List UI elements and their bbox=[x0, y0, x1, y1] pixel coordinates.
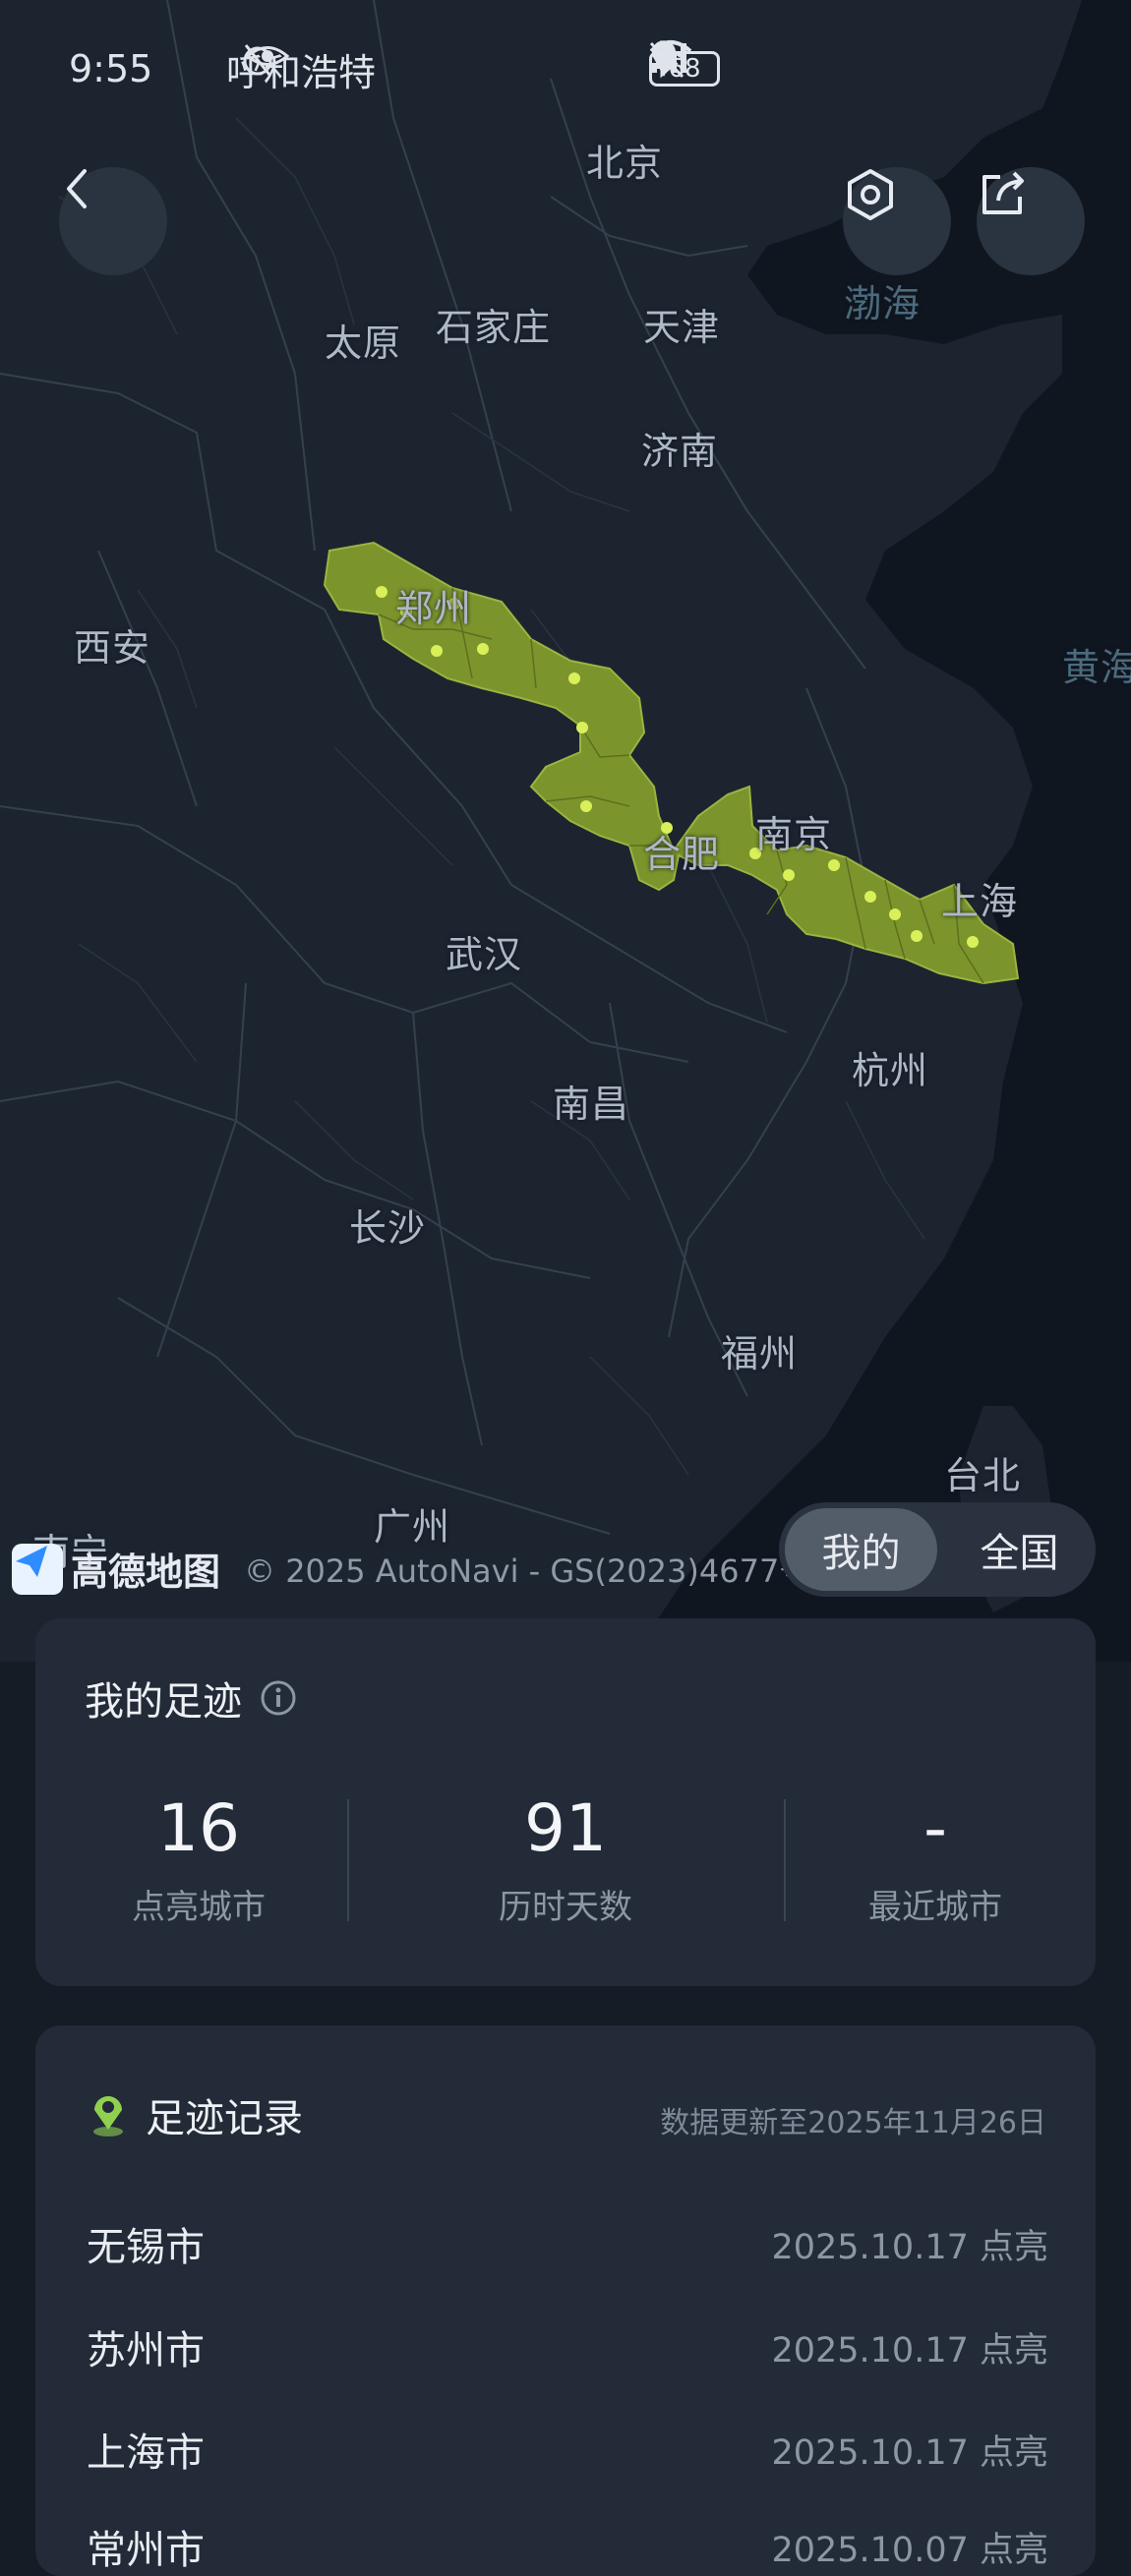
map-label-nanjing: 南京 bbox=[755, 813, 833, 856]
stat-days: 91 历时天数 bbox=[418, 1789, 713, 1928]
stat-lit-cities-value: 16 bbox=[157, 1790, 240, 1866]
record-date: 2025.10.17 点亮 bbox=[771, 2432, 1048, 2473]
alarm-off-icon bbox=[243, 44, 272, 76]
toggle-mine[interactable]: 我的 bbox=[785, 1508, 937, 1591]
stat-days-value: 91 bbox=[524, 1790, 607, 1866]
footprint-title: 我的足迹 bbox=[85, 1679, 242, 1725]
map-label-shanghai: 上海 bbox=[941, 880, 1019, 923]
record-city: 无锡市 bbox=[87, 2225, 205, 2270]
records-title: 足迹记录 bbox=[146, 2096, 303, 2141]
records-card: 足迹记录 数据更新至2025年11月26日 bbox=[35, 2025, 1096, 2576]
list-item[interactable]: 上海市 2025.10.17 点亮 bbox=[87, 2420, 1048, 2479]
stat-recent-city-label: 最近城市 bbox=[868, 1888, 1002, 1927]
records-header: 足迹记录 bbox=[89, 2086, 303, 2143]
toggle-national[interactable]: 全国 bbox=[943, 1508, 1096, 1591]
info-icon[interactable] bbox=[260, 1679, 297, 1717]
stat-divider bbox=[347, 1799, 349, 1921]
amap-logo bbox=[12, 1543, 63, 1595]
footprint-header: 我的足迹 bbox=[85, 1669, 297, 1727]
record-city: 上海市 bbox=[87, 2430, 205, 2476]
list-item[interactable]: 无锡市 2025.10.17 点亮 bbox=[87, 2214, 1048, 2273]
map-label-tianjin: 天津 bbox=[643, 306, 721, 349]
map-copyright: © 2025 AutoNavi - GS(2023)4677号 bbox=[244, 1551, 811, 1590]
stat-lit-cities-label: 点亮城市 bbox=[132, 1888, 266, 1927]
location-pin-icon bbox=[93, 2096, 123, 2137]
map-label-zhengzhou: 郑州 bbox=[395, 587, 473, 630]
stat-recent-city-value: - bbox=[923, 1790, 947, 1866]
map-attribution: 高德地图 © 2025 AutoNavi - GS(2023)4677号 bbox=[12, 1542, 810, 1596]
signal-icon-2 bbox=[651, 43, 686, 73]
records-updated: 数据更新至2025年11月26日 bbox=[660, 2106, 1046, 2140]
amap-brand-name: 高德地图 bbox=[71, 1551, 221, 1594]
city-dot bbox=[376, 586, 387, 598]
map-label-huanghai: 黄海 bbox=[1062, 646, 1131, 689]
map-label-jinan: 济南 bbox=[641, 430, 719, 473]
stat-recent-city: - 最近城市 bbox=[788, 1789, 1083, 1928]
share-button[interactable] bbox=[977, 167, 1085, 275]
chevron-left-icon bbox=[67, 169, 87, 208]
map-label-shijiazhuang: 石家庄 bbox=[436, 306, 552, 349]
map-label-hangzhou: 杭州 bbox=[852, 1049, 929, 1092]
map-label-nanchang: 南昌 bbox=[553, 1083, 630, 1126]
city-dot bbox=[783, 869, 795, 881]
city-dots-layer bbox=[376, 586, 979, 948]
map-label-fuzhou: 福州 bbox=[721, 1332, 799, 1376]
city-dot bbox=[431, 645, 443, 657]
map-label-changsha: 长沙 bbox=[349, 1206, 427, 1250]
status-icons: 68 bbox=[649, 39, 720, 98]
back-button[interactable] bbox=[59, 167, 167, 275]
gear-icon bbox=[848, 169, 893, 220]
map-label-xian: 西安 bbox=[74, 626, 151, 670]
city-dot bbox=[911, 930, 923, 942]
share-icon bbox=[982, 171, 1024, 214]
city-dot bbox=[568, 673, 580, 684]
record-city: 苏州市 bbox=[87, 2328, 205, 2373]
map-label-hefei: 合肥 bbox=[643, 833, 721, 876]
city-dot bbox=[580, 800, 592, 812]
city-dot bbox=[864, 891, 876, 903]
city-dot bbox=[967, 936, 979, 948]
map-label-taiyuan: 太原 bbox=[325, 322, 402, 365]
record-city: 常州市 bbox=[87, 2528, 205, 2573]
city-dot bbox=[576, 722, 588, 733]
map-view[interactable]: 北京 太原 石家庄 天津 渤海 济南 西安 郑州 黄海 合肥 南京 上海 武汉 … bbox=[0, 0, 1131, 1662]
list-item[interactable]: 常州市 2025.10.07 点亮 bbox=[87, 2517, 1048, 2576]
record-date: 2025.10.17 点亮 bbox=[771, 2330, 1048, 2371]
city-dot bbox=[889, 908, 901, 920]
stat-days-label: 历时天数 bbox=[499, 1888, 632, 1927]
map-label-bohai: 渤海 bbox=[844, 282, 922, 325]
record-date: 2025.10.17 点亮 bbox=[771, 2227, 1048, 2267]
map-label-taibei: 台北 bbox=[944, 1454, 1022, 1497]
record-date: 2025.10.07 点亮 bbox=[771, 2530, 1048, 2570]
city-dot bbox=[477, 643, 489, 655]
stat-divider bbox=[784, 1799, 786, 1921]
paper-plane-icon bbox=[16, 1546, 47, 1577]
scope-toggle: 我的 全国 bbox=[779, 1502, 1096, 1597]
list-item[interactable]: 苏州市 2025.10.17 点亮 bbox=[87, 2317, 1048, 2376]
status-time: 9:55 bbox=[69, 47, 153, 90]
map-label-wuhan: 武汉 bbox=[446, 933, 523, 976]
status-location: 呼和浩特 bbox=[226, 39, 376, 98]
settings-button[interactable] bbox=[843, 167, 951, 275]
city-dot bbox=[828, 859, 840, 871]
map-label-beijing: 北京 bbox=[586, 142, 664, 185]
stat-lit-cities: 16 点亮城市 bbox=[51, 1789, 346, 1928]
